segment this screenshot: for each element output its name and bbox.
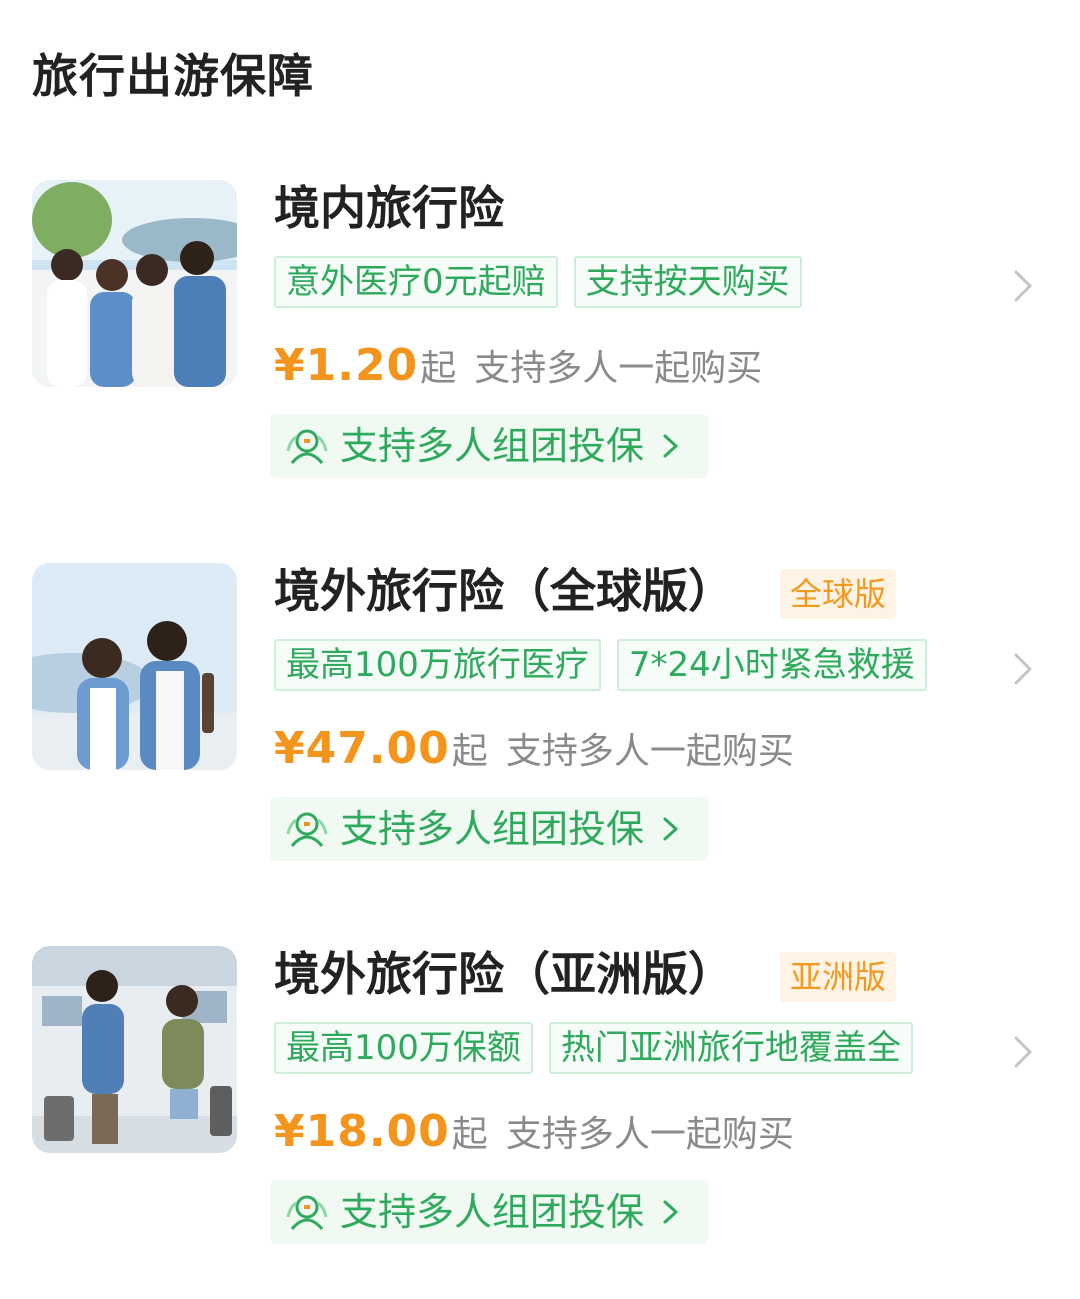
product-card-asia[interactable]: 境外旅行险（亚洲版） 亚洲版 最高100万保额 热门亚洲旅行地覆盖全 ¥18.00… <box>0 946 1080 1276</box>
people-group-icon <box>286 1195 328 1230</box>
product-name: 境外旅行险（全球版） <box>274 564 734 618</box>
price-value: ¥47.00 <box>274 723 450 774</box>
feature-tag: 最高100万保额 <box>274 1022 533 1074</box>
people-group-icon <box>286 429 328 464</box>
product-name: 境内旅行险 <box>274 181 504 235</box>
people-group-icon <box>286 812 328 847</box>
group-purchase-button[interactable]: 支持多人组团投保 <box>270 414 709 478</box>
group-purchase-label: 支持多人组团投保 <box>340 807 645 851</box>
price-note: 支持多人一起购买 <box>505 731 794 772</box>
price-value: ¥18.00 <box>274 1106 450 1157</box>
price-suffix: 起 <box>451 731 488 772</box>
feature-tag: 7*24小时紧急救援 <box>616 639 927 691</box>
feature-tag: 支持按天购买 <box>573 256 802 308</box>
price-note: 支持多人一起购买 <box>505 1114 794 1155</box>
chevron-right-icon <box>663 817 678 841</box>
product-thumbnail <box>32 180 237 387</box>
group-purchase-label: 支持多人组团投保 <box>340 1190 645 1234</box>
price-suffix: 起 <box>420 348 457 389</box>
edition-badge: 全球版 <box>780 569 897 619</box>
price-row: ¥18.00起 支持多人一起购买 <box>274 1102 794 1162</box>
product-card-global[interactable]: 境外旅行险（全球版） 全球版 最高100万旅行医疗 7*24小时紧急救援 ¥47.… <box>0 563 1080 893</box>
price-note: 支持多人一起购买 <box>474 348 763 389</box>
chevron-right-icon[interactable] <box>1008 266 1038 306</box>
product-card-domestic[interactable]: 境内旅行险 意外医疗0元起赔 支持按天购买 ¥1.20起 支持多人一起购买 支持多人… <box>0 180 1080 510</box>
feature-tag: 热门亚洲旅行地覆盖全 <box>548 1022 913 1074</box>
group-purchase-button[interactable]: 支持多人组团投保 <box>270 1180 709 1244</box>
group-purchase-button[interactable]: 支持多人组团投保 <box>270 797 709 861</box>
chevron-right-icon[interactable] <box>1008 649 1038 689</box>
product-thumbnail <box>32 563 237 770</box>
chevron-right-icon <box>663 434 678 458</box>
page-title: 旅行出游保障 <box>32 49 314 103</box>
edition-badge: 亚洲版 <box>780 952 897 1002</box>
chevron-right-icon[interactable] <box>1008 1032 1038 1072</box>
price-suffix: 起 <box>451 1114 488 1155</box>
product-thumbnail <box>32 946 237 1153</box>
product-name: 境外旅行险（亚洲版） <box>274 947 734 1001</box>
feature-tags: 意外医疗0元起赔 支持按天购买 <box>274 256 986 308</box>
price-value: ¥1.20 <box>274 340 419 391</box>
price-row: ¥47.00起 支持多人一起购买 <box>274 719 794 779</box>
feature-tag: 意外医疗0元起赔 <box>274 256 558 308</box>
feature-tag: 最高100万旅行医疗 <box>274 639 601 691</box>
chevron-right-icon <box>663 1200 678 1224</box>
price-row: ¥1.20起 支持多人一起购买 <box>274 336 762 396</box>
feature-tags: 最高100万旅行医疗 7*24小时紧急救援 <box>274 639 986 691</box>
feature-tags: 最高100万保额 热门亚洲旅行地覆盖全 <box>274 1022 986 1074</box>
group-purchase-label: 支持多人组团投保 <box>340 424 645 468</box>
